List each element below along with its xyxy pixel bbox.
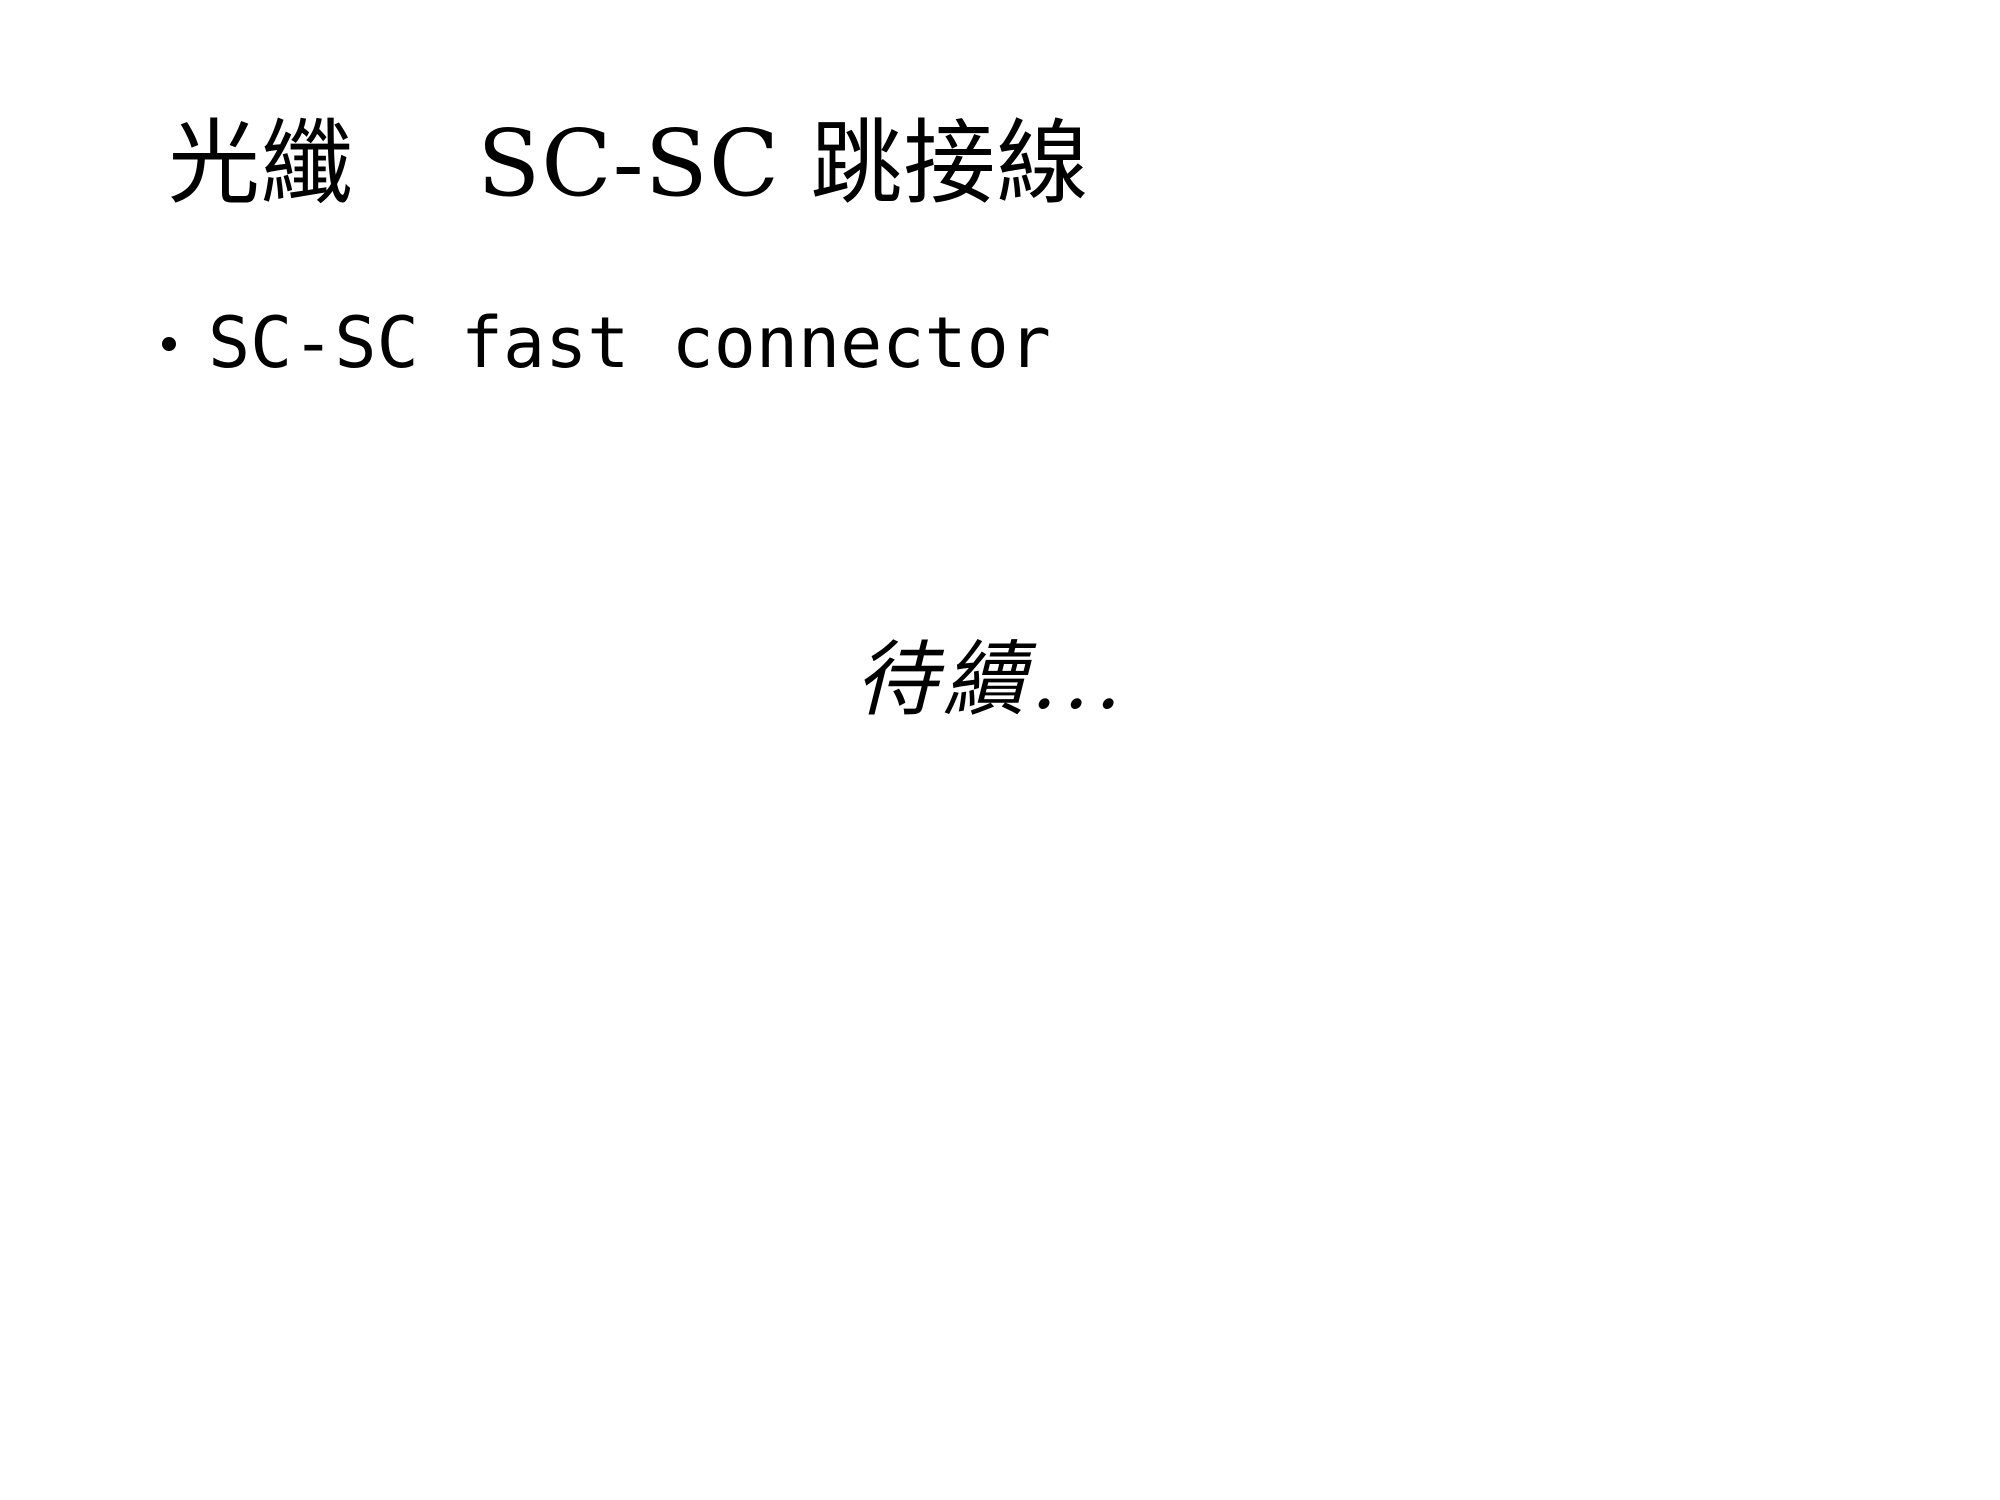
slide: 光纖 SC-SC 跳接線 SC-SC fast connector 待續... (0, 0, 2000, 1500)
slide-title: 光纖 SC-SC 跳接線 (168, 110, 1090, 217)
bullet-item: SC-SC fast connector (160, 305, 1051, 382)
to-be-continued-text: 待續... (855, 633, 1128, 728)
bullet-text: SC-SC fast connector (208, 302, 1051, 384)
bullet-dot-icon (162, 336, 176, 351)
bullet-list: SC-SC fast connector (160, 305, 1051, 382)
